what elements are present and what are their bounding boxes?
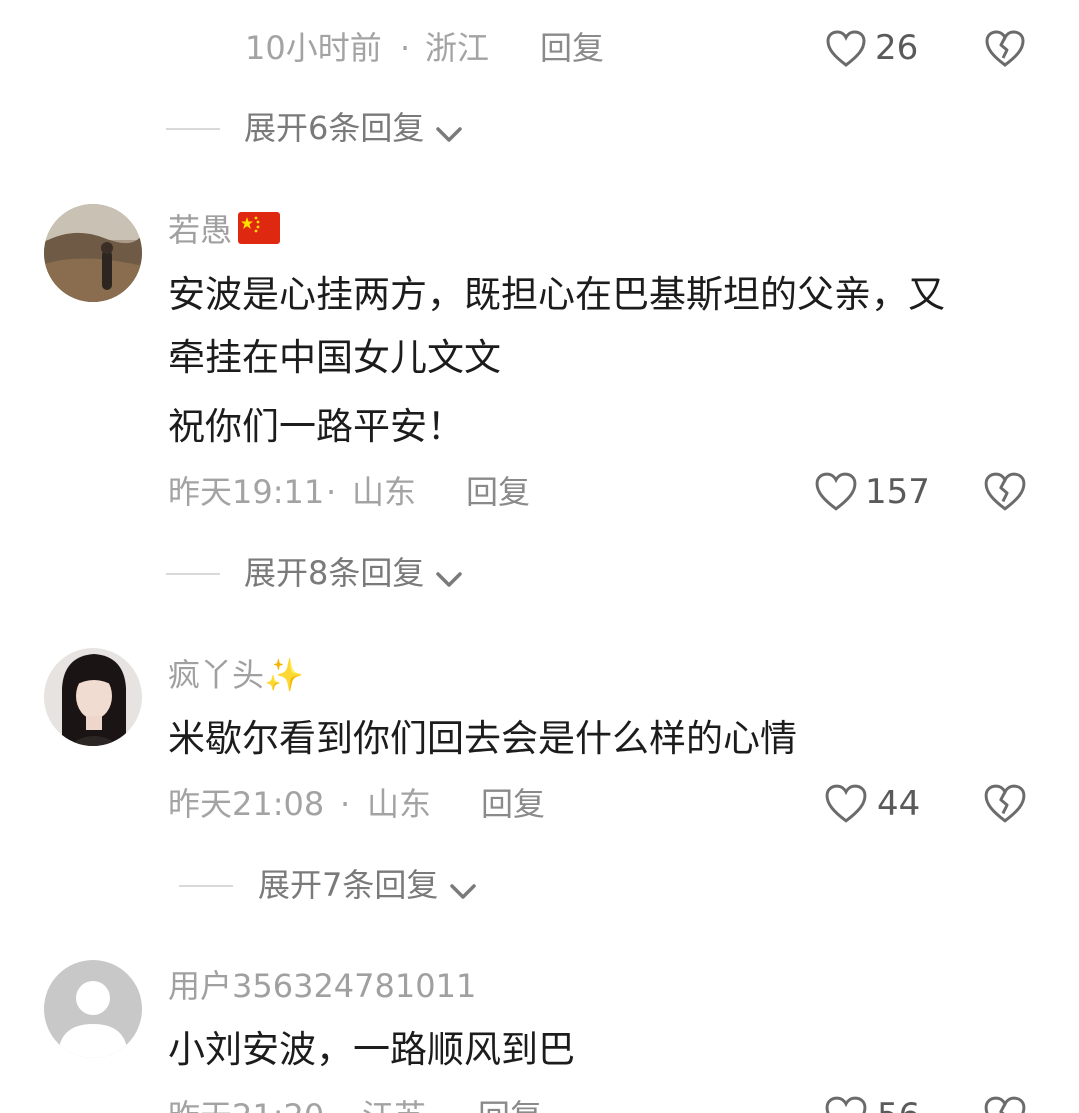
broken-heart-icon[interactable] xyxy=(985,30,1025,68)
expand-replies-label: 展开6条回复 xyxy=(244,109,425,147)
like-count: 157 xyxy=(865,472,930,512)
expand-replies-button[interactable]: 展开6条回复 xyxy=(244,108,463,148)
heart-outline-icon[interactable] xyxy=(826,30,866,68)
meta-separator: · xyxy=(400,29,411,67)
comment-0-meta-row: 10小时前 · 浙江 回复 26 xyxy=(0,0,1079,75)
divider-line xyxy=(166,573,220,575)
comment-time: 昨天21:08 xyxy=(168,785,325,823)
chevron-down-icon xyxy=(449,883,477,901)
comment-time: 昨天21:20 xyxy=(168,1096,324,1113)
comment-3-meta-row: 昨天21:20 · 江苏 回复 56 xyxy=(0,1090,1079,1113)
heart-outline-icon[interactable] xyxy=(824,784,868,824)
comment-text-line: 米歇尔看到你们回去会是什么样的心情 xyxy=(168,717,797,760)
expand-replies-label: 展开7条回复 xyxy=(258,866,439,904)
username[interactable]: 疯丫头✨ xyxy=(168,655,304,695)
username[interactable]: 若愚 xyxy=(168,210,232,250)
avatar[interactable] xyxy=(44,648,142,746)
broken-heart-icon[interactable] xyxy=(984,784,1026,824)
avatar[interactable] xyxy=(44,960,142,1058)
avatar[interactable] xyxy=(44,204,142,302)
comment-time: 10小时前 xyxy=(245,29,382,67)
comment-location: 山东 xyxy=(367,785,432,823)
broken-heart-icon[interactable] xyxy=(984,1096,1026,1113)
comment-text-line: 祝你们一路平安！ xyxy=(168,405,464,448)
comment-location: 浙江 xyxy=(425,29,490,67)
username[interactable]: 用户356324781011 xyxy=(168,966,476,1006)
meta-separator: · xyxy=(340,785,351,823)
comment-text-line: 牵挂在中国女儿文文 xyxy=(168,336,501,379)
meta-separator: · xyxy=(326,473,337,511)
reply-button[interactable]: 回复 xyxy=(481,784,545,824)
like-count: 26 xyxy=(875,28,919,68)
chevron-down-icon xyxy=(435,126,463,144)
divider-line xyxy=(179,885,233,887)
meta-separator: · xyxy=(330,1096,340,1113)
expand-replies-button[interactable]: 展开7条回复 xyxy=(258,865,477,905)
comment-time: 昨天19:11 xyxy=(168,473,325,511)
chevron-down-icon xyxy=(435,571,463,589)
reply-button[interactable]: 回复 xyxy=(540,28,604,68)
like-count: 56 xyxy=(877,1096,920,1113)
heart-outline-icon[interactable] xyxy=(814,472,858,512)
comment-text-line: 小刘安波，一路顺风到巴 xyxy=(168,1028,575,1071)
comment-location: 山东 xyxy=(352,473,417,511)
expand-replies-button[interactable]: 展开8条回复 xyxy=(244,553,463,593)
reply-button[interactable]: 回复 xyxy=(466,472,530,512)
comment-location: 江苏 xyxy=(362,1096,426,1113)
china-flag-emoji xyxy=(238,212,280,244)
reply-button[interactable]: 回复 xyxy=(478,1096,542,1113)
divider-line xyxy=(166,128,220,130)
expand-replies-label: 展开8条回复 xyxy=(244,554,425,592)
like-count: 44 xyxy=(877,784,921,824)
comment-text-line: 安波是心挂两方，既担心在巴基斯坦的父亲，又 xyxy=(168,273,945,316)
broken-heart-icon[interactable] xyxy=(984,472,1026,512)
heart-outline-icon[interactable] xyxy=(824,1096,868,1113)
